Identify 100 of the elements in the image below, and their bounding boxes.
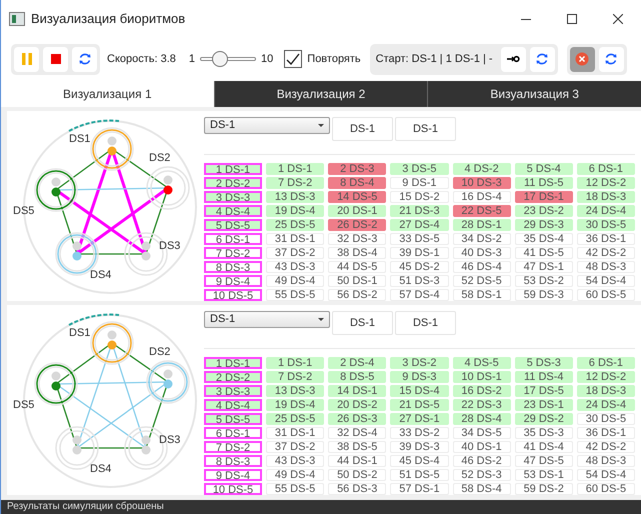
refresh-icon <box>604 52 618 66</box>
row-header-cell: 7 DS-2 <box>204 247 262 259</box>
grid-cell: 59 DS-3 <box>514 289 573 301</box>
stop-icon <box>48 52 62 66</box>
grid-cell: 4 DS-5 <box>452 357 511 369</box>
grid-cell: 15 DS-4 <box>390 385 448 397</box>
refresh-button[interactable] <box>72 46 97 72</box>
grid-cell: 31 DS-1 <box>266 427 324 439</box>
clear-button[interactable] <box>570 46 595 72</box>
row-header-cell: 9 DS-4 <box>204 275 262 287</box>
grid-cell: 23 DS-1 <box>514 399 573 411</box>
maximize-icon <box>567 14 577 24</box>
slider-thumb[interactable] <box>212 51 228 67</box>
grid-cell: 19 DS-4 <box>266 399 324 411</box>
refresh-button[interactable] <box>598 46 624 72</box>
node-label: DS1 <box>69 133 90 145</box>
status-bar: Результаты симуляции сброшены <box>1 500 641 514</box>
grid-cell: 15 DS-2 <box>390 191 448 203</box>
key-button[interactable] <box>500 46 526 72</box>
repeat-label: Повторять <box>307 52 361 67</box>
row-header-cell: 7 DS-2 <box>204 441 262 453</box>
row-header-cell: 8 DS-3 <box>204 261 262 273</box>
row-header-cell: 10 DS-5 <box>204 483 262 495</box>
grid-cell: 54 DS-4 <box>576 469 635 481</box>
row-header-cell: 2 DS-2 <box>204 371 262 383</box>
row-header-cell: 1 DS-1 <box>204 357 262 369</box>
grid-cell: 21 DS-5 <box>390 399 448 411</box>
grid-cell: 60 DS-5 <box>576 483 635 495</box>
speed-slider[interactable] <box>200 51 256 67</box>
node-drawing <box>34 362 78 406</box>
grid-cell: 23 DS-2 <box>514 205 573 217</box>
grid-cell: 42 DS-2 <box>576 441 635 453</box>
grid-cell: 55 DS-5 <box>266 483 324 495</box>
dropdown[interactable]: DS-1 <box>204 117 330 134</box>
grid-cell: 37 DS-2 <box>266 247 324 259</box>
stop-button[interactable] <box>43 46 68 72</box>
grid-cell: 52 DS-5 <box>452 275 511 287</box>
grid-cell: 13 DS-3 <box>266 385 324 397</box>
node-label: DS3 <box>159 434 180 446</box>
ds-button[interactable]: DS-1 <box>332 117 393 141</box>
grid-cell: 9 DS-1 <box>390 177 448 189</box>
grid-cell: 44 DS-5 <box>328 261 386 273</box>
grid-cell: 38 DS-4 <box>328 247 386 259</box>
grid-cell: 56 DS-2 <box>328 289 386 301</box>
grid-cell: 13 DS-3 <box>266 191 324 203</box>
grid-cell: 11 DS-4 <box>514 371 573 383</box>
grid-cell: 22 DS-5 <box>452 205 511 217</box>
ds-button[interactable]: DS-1 <box>395 311 456 335</box>
speed-label: Скорость: 3.8 <box>107 52 176 67</box>
node-label: DS4 <box>90 463 112 475</box>
node-drawing <box>146 166 190 210</box>
grid-cell: 40 DS-3 <box>452 247 511 259</box>
tab[interactable]: Визуализация 2 <box>214 81 428 107</box>
tab[interactable]: Визуализация 3 <box>427 81 641 107</box>
grid-cell: 17 DS-1 <box>514 191 573 203</box>
grid-cell: 14 DS-5 <box>328 191 386 203</box>
grid-cell: 30 DS-5 <box>576 219 635 231</box>
grid-cell: 43 DS-3 <box>266 455 324 467</box>
node-drawing <box>90 127 134 171</box>
node-label: DS2 <box>149 346 170 358</box>
grid-cell: 50 DS-2 <box>328 469 386 481</box>
row-header-cell: 5 DS-5 <box>204 219 262 231</box>
pause-icon <box>20 52 34 66</box>
row-header-cell: 9 DS-4 <box>204 469 262 481</box>
ds-button[interactable]: DS-1 <box>395 117 456 141</box>
grid-cell: 53 DS-1 <box>514 469 573 481</box>
grid-cell: 14 DS-1 <box>328 385 386 397</box>
refresh-button[interactable] <box>530 46 555 72</box>
grid-cell: 22 DS-3 <box>452 399 511 411</box>
grid-cell: 27 DS-1 <box>390 413 448 425</box>
grid-cell: 42 DS-2 <box>576 247 635 259</box>
dropdown-value: DS-1 <box>210 118 236 134</box>
grid-cell: 1 DS-1 <box>266 357 324 369</box>
ds-button[interactable]: DS-1 <box>332 311 393 335</box>
row-header-cell: 3 DS-3 <box>204 191 262 203</box>
grid-cell: 32 DS-3 <box>328 233 386 245</box>
grid-cell: 51 DS-3 <box>390 275 448 287</box>
grid-cell: 28 DS-4 <box>452 413 511 425</box>
grid-cell: 24 DS-4 <box>576 205 635 217</box>
repeat-checkbox[interactable] <box>284 50 302 68</box>
grid-cell: 29 DS-3 <box>514 219 573 231</box>
grid-cell: 25 DS-5 <box>266 219 324 231</box>
app-icon <box>9 12 25 26</box>
row-header-cell: 5 DS-5 <box>204 413 262 425</box>
grid-cell: 51 DS-5 <box>390 469 448 481</box>
grid-cell: 28 DS-1 <box>452 219 511 231</box>
grid-cell: 26 DS-3 <box>328 413 386 425</box>
grid-cell: 60 DS-5 <box>576 289 635 301</box>
grid-cell: 41 DS-5 <box>514 247 573 259</box>
grid-cell: 52 DS-3 <box>452 469 511 481</box>
slider-min-label: 1 <box>188 52 196 67</box>
row-header-cell: 10 DS-5 <box>204 289 262 301</box>
grid-cell: 6 DS-1 <box>576 163 635 175</box>
grid-cell: 24 DS-4 <box>576 399 635 411</box>
row-header-cell: 3 DS-3 <box>204 385 262 397</box>
dropdown[interactable]: DS-1 <box>204 311 330 328</box>
grid-cell: 19 DS-4 <box>266 205 324 217</box>
grid-cell: 8 DS-5 <box>328 371 386 383</box>
grid-cell: 38 DS-5 <box>328 441 386 453</box>
grid-cell: 55 DS-5 <box>266 289 324 301</box>
